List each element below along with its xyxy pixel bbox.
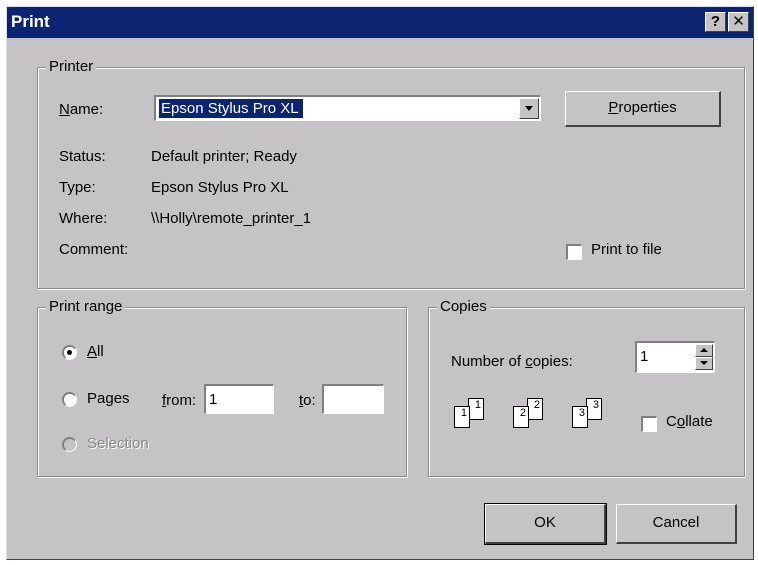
page-icon: 2 xyxy=(513,406,529,428)
number-of-copies-label: Number of copies: xyxy=(451,353,573,370)
where-label: Where: xyxy=(59,210,108,227)
print-range-legend: Print range xyxy=(46,298,126,315)
print-to-file-label[interactable]: Print to file xyxy=(591,241,662,258)
name-label: Name: xyxy=(59,101,104,118)
selection-label[interactable]: Selection xyxy=(87,435,149,452)
collate-label[interactable]: Collate xyxy=(666,413,713,430)
where-value: \\Holly\remote_printer_1 xyxy=(151,210,312,227)
title-bar[interactable]: Print ? ✕ xyxy=(7,7,753,38)
dialog-title: Print xyxy=(11,12,50,31)
from-label: from: xyxy=(162,392,197,409)
print-to-file-checkbox[interactable] xyxy=(566,244,582,260)
copies-group: Copies xyxy=(428,298,745,477)
properties-label: roperties xyxy=(618,99,677,116)
printer-name-value: Epson Stylus Pro XL xyxy=(158,98,304,119)
page-icon: 1 xyxy=(454,406,470,428)
type-value: Epson Stylus Pro XL xyxy=(151,179,289,196)
chevron-down-icon[interactable] xyxy=(519,98,539,119)
copies-value: 1 xyxy=(640,348,649,365)
close-icon[interactable]: ✕ xyxy=(728,12,749,32)
from-input[interactable]: 1 xyxy=(204,384,274,414)
all-radio[interactable] xyxy=(62,345,77,360)
all-label[interactable]: All xyxy=(87,343,104,360)
status-value: Default printer; Ready xyxy=(151,148,297,165)
spin-up-icon[interactable] xyxy=(695,344,713,357)
page-icon: 3 xyxy=(586,398,602,420)
copies-input[interactable]: 1 xyxy=(635,341,715,373)
ok-button[interactable]: OK xyxy=(484,503,607,545)
page-icon: 2 xyxy=(527,398,543,420)
properties-button[interactable]: Properties xyxy=(565,91,721,127)
status-label: Status: xyxy=(59,148,106,165)
help-button[interactable]: ? xyxy=(705,12,726,32)
printer-name-select[interactable]: Epson Stylus Pro XL xyxy=(154,95,541,121)
collate-checkbox[interactable] xyxy=(641,416,657,432)
printer-legend: Printer xyxy=(46,58,97,75)
to-input[interactable] xyxy=(322,384,384,414)
page-icon: 1 xyxy=(468,398,484,420)
type-label: Type: xyxy=(59,179,96,196)
print-dialog: Print ? ✕ Printer Name: Epson Stylus Pro… xyxy=(6,6,754,560)
to-label: to: xyxy=(299,392,316,409)
cancel-button[interactable]: Cancel xyxy=(616,504,737,544)
comment-label: Comment: xyxy=(59,241,129,258)
page-icon: 3 xyxy=(572,406,588,428)
pages-label[interactable]: Pages xyxy=(87,390,130,407)
copies-legend: Copies xyxy=(437,298,490,315)
selection-radio[interactable] xyxy=(62,437,77,452)
pages-radio[interactable] xyxy=(62,392,77,407)
spin-down-icon[interactable] xyxy=(695,357,713,370)
